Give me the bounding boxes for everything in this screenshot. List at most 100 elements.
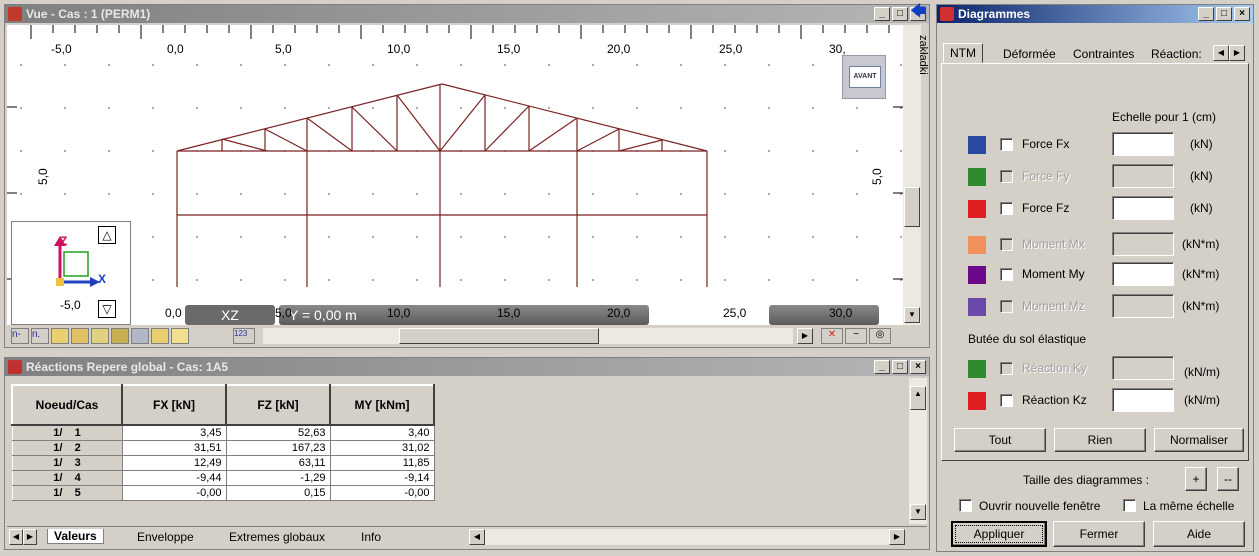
cell-fx[interactable]: 3,45 xyxy=(121,424,227,441)
toolbar-btn-n1[interactable]: n- xyxy=(11,328,29,344)
tab-valeurs[interactable]: Valeurs xyxy=(47,529,104,544)
close-dialog-button[interactable]: Fermer xyxy=(1053,521,1145,547)
cell-fz[interactable]: 52,63 xyxy=(225,424,331,441)
minimize-button[interactable]: _ xyxy=(874,7,890,21)
fx-scale-input[interactable] xyxy=(1112,132,1174,156)
view-titlebar[interactable]: Vue - Cas : 1 (PERM1) _ □ × xyxy=(5,5,929,23)
my-scale-input[interactable] xyxy=(1112,262,1174,286)
cell-my[interactable]: -0,00 xyxy=(329,484,435,501)
vscroll-thumb[interactable] xyxy=(904,187,920,227)
kz-checkbox[interactable] xyxy=(1000,394,1013,407)
tout-button[interactable]: Tout xyxy=(954,428,1046,452)
kz-scale-input[interactable] xyxy=(1112,388,1174,412)
row-header[interactable]: 1/ 1 xyxy=(11,424,123,441)
hscroll-right[interactable]: ▶ xyxy=(797,328,813,344)
row-header[interactable]: 1/ 5 xyxy=(11,484,123,501)
cell-fz[interactable]: 167,23 xyxy=(225,439,331,456)
toolbar-btn-7[interactable] xyxy=(131,328,149,344)
col-header[interactable]: Noeud/Cas xyxy=(11,384,123,426)
kz-color-swatch[interactable] xyxy=(968,392,986,410)
tab-ntm[interactable]: NTM xyxy=(943,43,983,63)
tabs-hscrollbar[interactable] xyxy=(469,529,905,545)
row-header[interactable]: 1/ 2 xyxy=(11,439,123,456)
table-vscrollbar[interactable]: ▲ ▼ xyxy=(909,378,927,524)
side-tab[interactable]: zakładki xyxy=(915,35,931,105)
table-row[interactable]: 1/ 2 31,51 167,23 31,02 xyxy=(11,439,435,456)
tab-info[interactable]: Info xyxy=(361,530,381,544)
tabs-left[interactable]: ◀ xyxy=(1213,45,1229,61)
fz-scale-input[interactable] xyxy=(1112,196,1174,220)
maximize-button[interactable]: □ xyxy=(892,360,908,374)
tab-contraintes[interactable]: Contraintes xyxy=(1073,47,1134,61)
col-header[interactable]: FX [kN] xyxy=(121,384,227,426)
cell-fx[interactable]: 31,51 xyxy=(121,439,227,456)
structure-view[interactable]: -5,0 0,0 5,0 10,0 15,0 20,0 25,0 30, 5,0… xyxy=(7,25,903,325)
size-minus-button[interactable]: -- xyxy=(1217,467,1239,491)
col-header[interactable]: MY [kNm] xyxy=(329,384,435,426)
toolbar-btn-4[interactable] xyxy=(71,328,89,344)
cell-fx[interactable]: -0,00 xyxy=(121,484,227,501)
vscroll-up[interactable]: ▲ xyxy=(910,386,926,410)
toolbar-btn-3[interactable] xyxy=(51,328,69,344)
toolbar-btn-5[interactable] xyxy=(91,328,109,344)
cell-fx[interactable]: -9,44 xyxy=(121,469,227,486)
view-cube-face[interactable]: AVANT xyxy=(849,66,881,88)
open-new-checkbox[interactable] xyxy=(959,499,972,512)
tabs-right[interactable]: ▶ xyxy=(1229,45,1245,61)
tab-scroll-right[interactable]: ▶ xyxy=(23,529,37,545)
view-cube[interactable]: AVANT xyxy=(842,55,886,99)
rien-button[interactable]: Rien xyxy=(1054,428,1146,452)
tabs-hscroll-left[interactable]: ◀ xyxy=(469,529,485,545)
tab-deformee[interactable]: Déformée xyxy=(1003,47,1056,61)
normaliser-button[interactable]: Normaliser xyxy=(1154,428,1244,452)
fz-color-swatch[interactable] xyxy=(968,200,986,218)
dock-arrow-icon[interactable]: 🡄 xyxy=(910,4,928,22)
fz-checkbox[interactable] xyxy=(1000,202,1013,215)
tab-scroll-left[interactable]: ◀ xyxy=(9,529,23,545)
fx-color-swatch[interactable] xyxy=(968,136,986,154)
size-plus-button[interactable]: + xyxy=(1185,467,1207,491)
row-header[interactable]: 1/ 4 xyxy=(11,469,123,486)
cell-fz[interactable]: -1,29 xyxy=(225,469,331,486)
cell-fz[interactable]: 63,11 xyxy=(225,454,331,471)
cell-my[interactable]: 3,40 xyxy=(329,424,435,441)
toolbar-btn-wave[interactable]: ~ xyxy=(845,328,867,344)
cell-my[interactable]: 31,02 xyxy=(329,439,435,456)
fx-checkbox[interactable] xyxy=(1000,138,1013,151)
toolbar-btn-eye[interactable]: ◎ xyxy=(869,328,891,344)
toolbar-btn-n2[interactable]: n. xyxy=(31,328,49,344)
drawing-canvas[interactable]: -5,0 0,0 5,0 10,0 15,0 20,0 25,0 30, 5,0… xyxy=(7,25,903,325)
apply-button[interactable]: Appliquer xyxy=(951,521,1047,547)
close-button[interactable]: × xyxy=(1234,7,1250,21)
cell-fx[interactable]: 12,49 xyxy=(121,454,227,471)
tab-extremes[interactable]: Extremes globaux xyxy=(229,530,325,544)
tab-enveloppe[interactable]: Enveloppe xyxy=(137,530,194,544)
maximize-button[interactable]: □ xyxy=(892,7,908,21)
toolbar-btn-8[interactable] xyxy=(151,328,169,344)
same-scale-checkbox[interactable] xyxy=(1123,499,1136,512)
toolbar-btn-9[interactable] xyxy=(171,328,189,344)
maximize-button[interactable]: □ xyxy=(1216,7,1232,21)
row-header[interactable]: 1/ 3 xyxy=(11,454,123,471)
table-row[interactable]: 1/ 5 -0,00 0,15 -0,00 xyxy=(11,484,435,501)
table-row[interactable]: 1/ 3 12,49 63,11 11,85 xyxy=(11,454,435,471)
tab-reactions[interactable]: Réaction: xyxy=(1151,47,1209,61)
table-row[interactable]: 1/ 1 3,45 52,63 3,40 xyxy=(11,424,435,441)
minimize-button[interactable]: _ xyxy=(1198,7,1214,21)
my-color-swatch[interactable] xyxy=(968,266,986,284)
reactions-titlebar[interactable]: Réactions Repere global - Cas: 1A5 _ □ × xyxy=(5,358,929,376)
toolbar-btn-6[interactable] xyxy=(111,328,129,344)
toolbar-btn-123[interactable]: 123 xyxy=(233,328,255,344)
vscroll-down[interactable]: ▼ xyxy=(910,504,926,520)
diagrams-titlebar[interactable]: Diagrammes _ □ × xyxy=(937,5,1253,23)
help-button[interactable]: Aide xyxy=(1153,521,1245,547)
cell-my[interactable]: -9,14 xyxy=(329,469,435,486)
cell-fz[interactable]: 0,15 xyxy=(225,484,331,501)
tabs-hscroll-right[interactable]: ▶ xyxy=(889,529,905,545)
close-button[interactable]: × xyxy=(910,360,926,374)
toolbar-btn-release[interactable]: ✕ xyxy=(821,328,843,344)
table-row[interactable]: 1/ 4 -9,44 -1,29 -9,14 xyxy=(11,469,435,486)
col-header[interactable]: FZ [kN] xyxy=(225,384,331,426)
minimize-button[interactable]: _ xyxy=(874,360,890,374)
my-checkbox[interactable] xyxy=(1000,268,1013,281)
